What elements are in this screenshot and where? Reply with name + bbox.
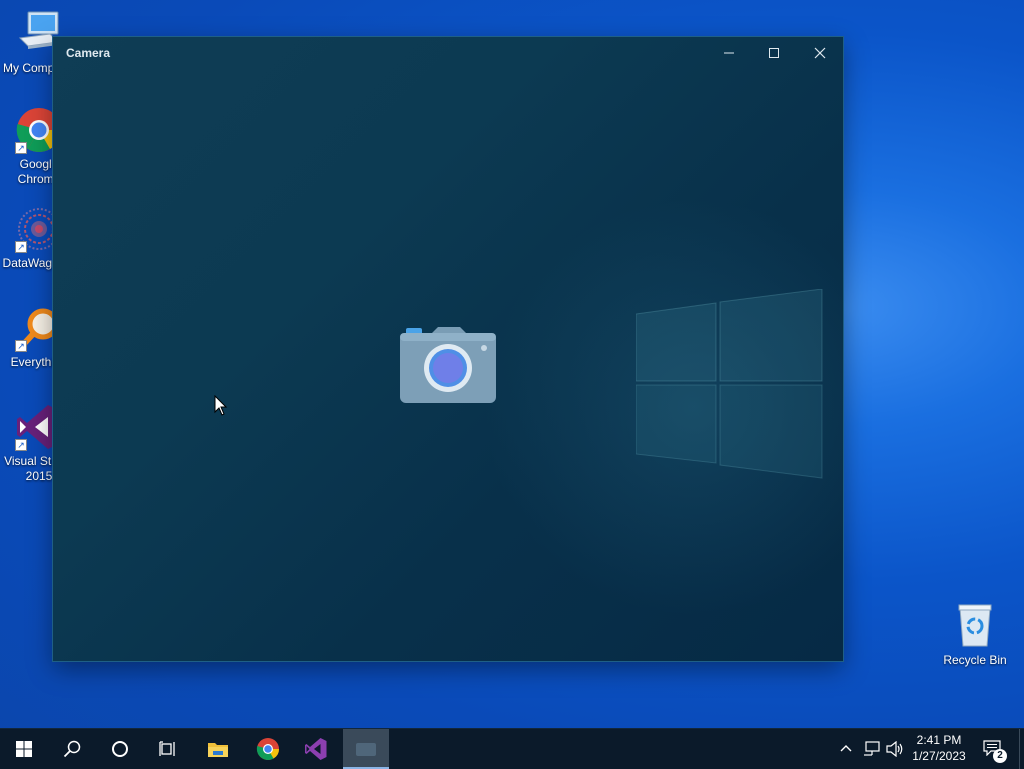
shortcut-arrow-icon: ↗ bbox=[15, 439, 27, 451]
windows-logo-reflection bbox=[636, 289, 823, 479]
camera-icon bbox=[400, 327, 496, 403]
notification-count-badge: 2 bbox=[993, 749, 1007, 763]
clock-time: 2:41 PM bbox=[916, 733, 962, 747]
taskbar-clock[interactable]: 2:41 PM 1/27/2023 bbox=[908, 732, 970, 764]
desktop-icon-recycle-bin[interactable]: Recycle Bin bbox=[937, 602, 1013, 668]
network-icon[interactable] bbox=[863, 741, 880, 757]
camera-window[interactable]: Camera bbox=[53, 37, 843, 661]
windows-start-icon bbox=[16, 741, 32, 757]
file-explorer-button[interactable] bbox=[194, 729, 242, 769]
desktop-icon-label: Recycle Bin bbox=[943, 653, 1007, 667]
shortcut-arrow-icon: ↗ bbox=[15, 340, 27, 352]
shortcut-arrow-icon: ↗ bbox=[15, 241, 27, 253]
search-icon bbox=[63, 740, 81, 758]
cortana-button[interactable] bbox=[96, 729, 144, 769]
visual-studio-taskbar-button[interactable] bbox=[292, 729, 340, 769]
window-titlebar[interactable]: Camera bbox=[53, 37, 843, 69]
close-button[interactable] bbox=[797, 37, 843, 69]
close-icon bbox=[814, 47, 826, 59]
volume-icon[interactable] bbox=[886, 741, 904, 757]
system-tray bbox=[836, 729, 904, 769]
window-title: Camera bbox=[66, 46, 111, 60]
chrome-taskbar-button[interactable] bbox=[244, 729, 292, 769]
recycle-bin-icon bbox=[951, 602, 999, 650]
visual-studio-icon bbox=[305, 738, 327, 760]
maximize-button[interactable] bbox=[751, 37, 797, 69]
show-desktop-strip[interactable] bbox=[1019, 729, 1024, 769]
maximize-icon bbox=[769, 48, 779, 58]
mouse-cursor-icon bbox=[214, 395, 228, 416]
minimize-icon bbox=[724, 52, 734, 54]
chrome-icon bbox=[256, 738, 279, 760]
camera-app-icon bbox=[356, 743, 376, 756]
show-hidden-icons-chevron-icon[interactable] bbox=[840, 744, 852, 753]
search-button[interactable] bbox=[48, 729, 96, 769]
desktop: { "desktop_icons": [ {"label": "My Compu… bbox=[0, 0, 1024, 769]
task-view-button[interactable] bbox=[144, 729, 192, 769]
camera-taskbar-button[interactable] bbox=[343, 729, 389, 769]
task-view-icon bbox=[159, 741, 175, 756]
shortcut-arrow-icon: ↗ bbox=[15, 142, 27, 154]
minimize-button[interactable] bbox=[706, 37, 752, 69]
start-button[interactable] bbox=[0, 729, 48, 769]
cortana-icon bbox=[112, 741, 128, 757]
folder-icon bbox=[208, 743, 228, 757]
clock-date: 1/27/2023 bbox=[912, 749, 966, 763]
taskbar: 2:41 PM 1/27/2023 2 bbox=[0, 728, 1024, 769]
